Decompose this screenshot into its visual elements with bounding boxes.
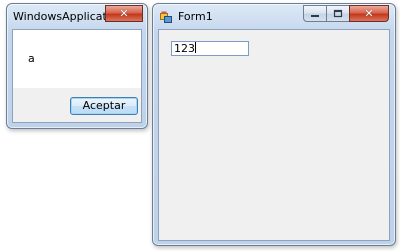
minimize-icon bbox=[311, 14, 319, 17]
message-text: a bbox=[28, 52, 35, 65]
close-icon: ✕ bbox=[119, 7, 129, 20]
minimize-button[interactable] bbox=[303, 5, 327, 22]
message-box-window: WindowsApplicati... ✕ a Aceptar bbox=[6, 3, 148, 129]
form1-title: Form1 bbox=[178, 10, 213, 23]
text-input[interactable]: 123 bbox=[171, 41, 249, 56]
form1-titlebar[interactable]: Form1 ✕ bbox=[153, 4, 395, 30]
form1-client: 123 bbox=[158, 29, 390, 241]
text-input-value: 123 bbox=[174, 42, 195, 55]
message-box-close-button[interactable]: ✕ bbox=[105, 5, 143, 22]
caption-buttons: ✕ bbox=[303, 4, 389, 23]
maximize-icon bbox=[333, 9, 343, 18]
message-box-titlebar[interactable]: WindowsApplicati... ✕ bbox=[7, 4, 147, 30]
form-app-icon bbox=[160, 11, 172, 23]
form1-window: Form1 ✕ 123 bbox=[152, 3, 396, 246]
close-icon: ✕ bbox=[364, 7, 374, 20]
text-caret bbox=[195, 42, 196, 53]
accept-button[interactable]: Aceptar bbox=[70, 97, 138, 115]
message-box-footer: Aceptar bbox=[13, 88, 141, 122]
form1-close-button[interactable]: ✕ bbox=[349, 5, 389, 22]
maximize-button[interactable] bbox=[326, 5, 350, 22]
message-box-client: a Aceptar bbox=[12, 29, 142, 123]
